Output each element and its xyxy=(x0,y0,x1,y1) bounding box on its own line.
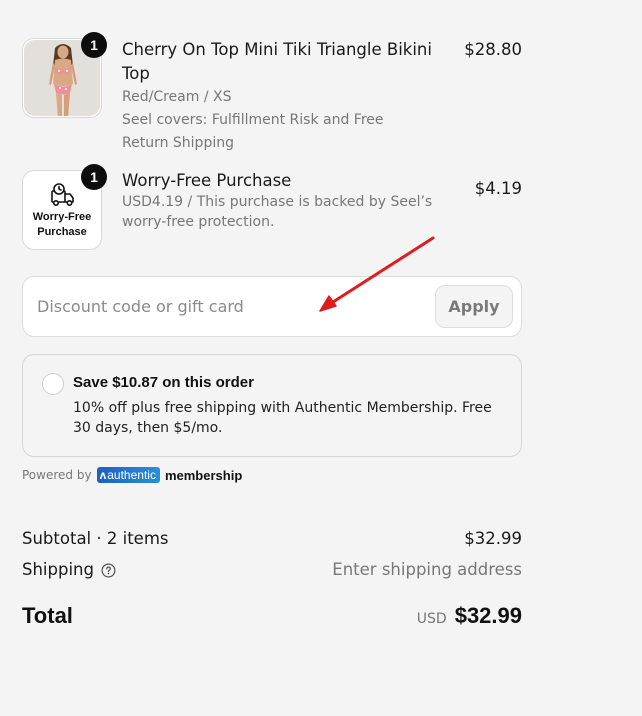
item-variant: Red/Cream / XS xyxy=(122,89,232,105)
total-currency: USD xyxy=(416,611,447,627)
item-price: $28.80 xyxy=(464,40,522,59)
shipping-row: Shipping Enter shipping address xyxy=(22,558,522,582)
subtotal-label: Subtotal · 2 items xyxy=(22,529,169,548)
powered-by-label: Powered by xyxy=(22,468,92,482)
checkout-order-summary: 1 Cherry On Top Mini Tiki Triangle Bikin… xyxy=(0,0,642,716)
shipping-label: Shipping xyxy=(22,560,94,579)
total-value-group: USD $32.99 xyxy=(417,601,522,631)
quantity-badge: 1 xyxy=(81,32,107,58)
apply-discount-button[interactable]: Apply xyxy=(435,285,513,328)
total-amount: $32.99 xyxy=(454,603,522,628)
item-price: $4.19 xyxy=(474,179,522,198)
subtotal-row: Subtotal · 2 items $32.99 xyxy=(22,527,522,551)
membership-offer-checkbox[interactable] xyxy=(42,373,64,395)
question-circle-icon[interactable] xyxy=(101,563,116,578)
worry-free-thumb-line1: Worry-Free xyxy=(32,211,92,223)
worry-free-thumb-line2: Purchase xyxy=(37,226,87,238)
discount-code-field: Apply xyxy=(22,276,522,337)
powered-by-authentic: Powered by ʌ authentic membership xyxy=(22,466,242,484)
item-details: Worry-Free Purchase USD4.19 / This purch… xyxy=(122,170,452,232)
subtotal-value: $32.99 xyxy=(464,529,522,548)
shipping-label-group: Shipping xyxy=(22,558,116,582)
discount-code-input[interactable] xyxy=(24,278,424,335)
membership-offer-description: 10% off plus free shipping with Authenti… xyxy=(73,400,492,436)
membership-label: membership xyxy=(164,467,243,483)
item-protection-note: Seel covers: Fulfillment Risk and Free R… xyxy=(122,112,384,151)
authentic-logo-text: authentic xyxy=(107,468,156,482)
product-thumbnail: Worry-Free Purchase 1 xyxy=(22,164,107,250)
item-name: Worry-Free Purchase xyxy=(122,171,292,190)
item-details: Cherry On Top Mini Tiki Triangle Bikini … xyxy=(122,38,432,155)
item-name: Cherry On Top Mini Tiki Triangle Bikini … xyxy=(122,40,432,83)
authentic-logo-mark-icon: ʌ xyxy=(99,468,107,482)
total-label: Total xyxy=(22,603,73,628)
line-item-worry-free-purchase: Worry-Free Purchase 1 Worry-Free Purchas… xyxy=(22,164,522,252)
product-thumbnail: 1 xyxy=(22,32,107,118)
membership-offer[interactable]: Save $10.87 on this order 10% off plus f… xyxy=(22,354,522,457)
worry-free-thumb-label: Worry-Free Purchase xyxy=(24,210,100,240)
membership-offer-title: Save $10.87 on this order xyxy=(73,374,254,391)
item-protection-note: USD4.19 / This purchase is backed by See… xyxy=(122,194,433,230)
total-row: Total USD $32.99 xyxy=(22,601,522,633)
authentic-logo: ʌ authentic xyxy=(96,467,160,483)
shipping-value: Enter shipping address xyxy=(332,560,522,579)
quantity-badge: 1 xyxy=(81,164,107,190)
line-item-bikini-top: 1 Cherry On Top Mini Tiki Triangle Bikin… xyxy=(22,32,522,155)
